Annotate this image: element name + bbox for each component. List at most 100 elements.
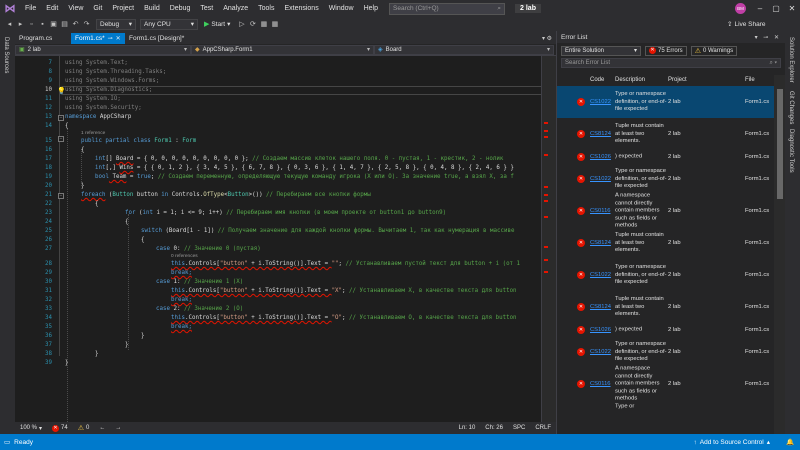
error-marker[interactable]	[544, 186, 548, 188]
menu-git[interactable]: Git	[88, 0, 107, 17]
panel-controls-icon[interactable]: ▾ ⊸ ✕	[755, 34, 781, 41]
nav-forward-icon[interactable]: →	[110, 425, 126, 431]
menu-help[interactable]: Help	[359, 0, 383, 17]
diagnostic-tools-tab[interactable]: Diagnostic Tools	[788, 129, 794, 173]
error-marker[interactable]	[544, 136, 548, 138]
pin-icon[interactable]: ⊸	[108, 35, 113, 42]
toolbar-extra-icon[interactable]: ▦	[269, 20, 280, 28]
menu-edit[interactable]: Edit	[41, 0, 63, 17]
close-icon[interactable]: ✕	[784, 0, 800, 17]
start-button[interactable]: ▶ Start ▾	[204, 20, 230, 29]
menu-extensions[interactable]: Extensions	[279, 0, 323, 17]
class-dropdown[interactable]: ◆ AppCSharp.Form1 ▾	[191, 44, 374, 55]
tab-overflow-icon[interactable]: ▾ ⚙	[542, 33, 556, 44]
toolbar-extra-icon[interactable]: ▦	[258, 20, 269, 28]
error-marker[interactable]	[544, 122, 548, 124]
code-editor[interactable]: 7 8 9 10 11 12 13 14 15 16 17 18 19 20 21 22 23 24 25 26 27 2…	[15, 56, 556, 422]
column-file[interactable]: File	[745, 77, 755, 83]
new-item-icon[interactable]: ▫	[26, 21, 37, 28]
error-code-link[interactable]: CS8124	[590, 240, 611, 246]
error-list-row[interactable]: ✕ CS0116 A namespace cannot directly conta…	[557, 192, 774, 228]
add-to-source-control-button[interactable]: ↑ Add to Source Control ▴	[694, 438, 770, 447]
error-code-link[interactable]: CS1026	[590, 154, 611, 160]
zoom-dropdown[interactable]: 100 % ▾	[15, 425, 47, 432]
line-indicator[interactable]: Ln: 10	[454, 425, 481, 431]
error-list-row[interactable]: Type or	[557, 400, 774, 413]
whitespace-indicator[interactable]: SPC	[508, 425, 530, 431]
error-code-link[interactable]: CS1022	[590, 349, 611, 355]
menu-analyze[interactable]: Analyze	[218, 0, 253, 17]
menu-window[interactable]: Window	[324, 0, 359, 17]
errors-filter-button[interactable]: ✕ 75 Errors	[645, 45, 687, 56]
column-description[interactable]: Description	[615, 77, 645, 83]
column-code[interactable]: Code	[590, 77, 604, 83]
project-dropdown[interactable]: ▣ 2 lab ▾	[15, 44, 191, 55]
redo-icon[interactable]: ↷	[81, 20, 92, 28]
save-all-icon[interactable]: ▤	[59, 20, 70, 28]
undo-icon[interactable]: ↶	[70, 20, 81, 28]
start-without-debugging-icon[interactable]: ▷	[236, 20, 247, 28]
error-code-link[interactable]: CS1022	[590, 176, 611, 182]
error-code-link[interactable]: CS0116	[590, 381, 611, 387]
error-code-link[interactable]: CS1022	[590, 99, 611, 105]
collapse-icon[interactable]: −	[58, 115, 64, 121]
close-icon[interactable]: ✕	[116, 35, 121, 42]
error-list-scrollbar[interactable]	[774, 75, 785, 434]
error-list-row[interactable]: ✕ CS1022 Type or namespace definition, or …	[557, 163, 774, 195]
warnings-filter-button[interactable]: ⚠ 0 Warnings	[690, 45, 738, 56]
menu-file[interactable]: File	[20, 0, 41, 17]
error-list-row[interactable]: ✕ CS8124 Tuple must contain at least two e…	[557, 227, 774, 259]
column-indicator[interactable]: Ch: 26	[480, 425, 508, 431]
live-share-button[interactable]: ⇪ Live Share	[727, 17, 766, 31]
error-list-search-input[interactable]: Search Error List ⌕ ▾	[561, 58, 781, 68]
error-marker[interactable]	[544, 271, 548, 273]
scope-dropdown[interactable]: Entire Solution ▾	[561, 45, 641, 56]
error-marker[interactable]	[544, 259, 548, 261]
forward-icon[interactable]: ▸	[15, 20, 26, 28]
collapse-icon[interactable]: −	[58, 136, 64, 142]
menu-test[interactable]: Test	[195, 0, 218, 17]
error-code-link[interactable]: CS0116	[590, 208, 611, 214]
error-marker[interactable]	[544, 200, 548, 202]
line-ending-indicator[interactable]: CRLF	[530, 425, 556, 431]
collapse-icon[interactable]: −	[58, 193, 64, 199]
menu-tools[interactable]: Tools	[253, 0, 279, 17]
column-project[interactable]: Project	[668, 77, 687, 83]
hot-reload-icon[interactable]: ⟳	[247, 20, 258, 28]
tab-program-cs[interactable]: Program.cs	[15, 33, 71, 44]
error-marker[interactable]	[544, 154, 548, 156]
menu-project[interactable]: Project	[107, 0, 139, 17]
error-code-link[interactable]: CS8124	[590, 131, 611, 137]
error-marker[interactable]	[544, 246, 548, 248]
minimize-icon[interactable]: –	[752, 0, 768, 17]
back-icon[interactable]: ◂	[4, 20, 15, 28]
platform-dropdown[interactable]: Any CPU ▾	[140, 18, 198, 30]
error-code-link[interactable]: CS8124	[590, 304, 611, 310]
warning-count-indicator[interactable]: ⚠ 0	[73, 424, 95, 432]
error-list-row[interactable]: ✕ CS0116 A namespace cannot directly conta…	[557, 365, 774, 401]
nav-back-icon[interactable]: ←	[94, 425, 110, 431]
save-icon[interactable]: ▣	[48, 20, 59, 28]
menu-view[interactable]: View	[63, 0, 88, 17]
user-avatar[interactable]: BM	[735, 3, 746, 14]
scrollbar-thumb[interactable]	[777, 89, 783, 199]
solution-explorer-tab[interactable]: Solution Explorer	[788, 37, 794, 83]
tab-form1-cs[interactable]: Form1.cs* ⊸ ✕	[71, 33, 125, 44]
error-list-row[interactable]: ✕ CS1022 Type or namespace definition, or …	[557, 336, 774, 368]
member-dropdown[interactable]: ◈ Board ▾	[374, 44, 554, 55]
references-codelens[interactable]: 0 references	[171, 254, 198, 259]
git-changes-tab[interactable]: Git Changes	[788, 91, 794, 124]
error-list-row[interactable]: ✕ CS1026) expected 2 lab Form1.cs	[557, 323, 774, 336]
maximize-icon[interactable]: ▢	[768, 0, 784, 17]
error-marker[interactable]	[544, 194, 548, 196]
error-marker[interactable]	[544, 216, 548, 218]
data-sources-tab[interactable]: Data Sources	[3, 37, 9, 73]
error-marker[interactable]	[544, 130, 548, 132]
open-icon[interactable]: ▪	[37, 21, 48, 28]
tab-form1-designer[interactable]: Form1.cs [Design]*	[125, 33, 207, 44]
menu-debug[interactable]: Debug	[165, 0, 196, 17]
error-list-row[interactable]: ✕ CS1022 Type or namespace definition, or …	[557, 259, 774, 291]
error-list-row[interactable]: ✕ CS1026) expected 2 lab Form1.cs	[557, 150, 774, 163]
error-list-row[interactable]: ✕ CS1022 Type or namespace definition, or …	[557, 86, 774, 118]
error-count-indicator[interactable]: ✕ 74	[47, 424, 73, 432]
